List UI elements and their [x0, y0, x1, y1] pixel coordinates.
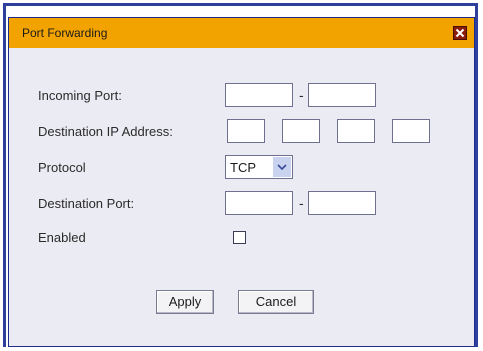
destination-ip-octet-3-input[interactable] [337, 119, 375, 143]
apply-button[interactable]: Apply [156, 290, 214, 314]
chevron-down-icon[interactable] [273, 157, 291, 177]
destination-ip-octet-1-input[interactable] [227, 119, 265, 143]
port-forwarding-dialog: Port Forwarding Incoming Port: - Destina… [8, 17, 475, 347]
protocol-select[interactable]: TCP [225, 155, 293, 179]
protocol-label: Protocol [38, 160, 86, 175]
incoming-port-separator: - [299, 87, 304, 103]
destination-ip-octet-4-input[interactable] [392, 119, 430, 143]
destination-port-start-input[interactable] [225, 191, 293, 215]
incoming-port-start-input[interactable] [225, 83, 293, 107]
incoming-port-label: Incoming Port: [38, 88, 122, 103]
dialog-titlebar: Port Forwarding [9, 18, 474, 48]
enabled-checkbox[interactable] [233, 231, 246, 244]
close-icon [455, 28, 465, 38]
destination-port-end-input[interactable] [308, 191, 376, 215]
destination-port-label: Destination Port: [38, 196, 135, 211]
close-button[interactable] [453, 26, 467, 40]
destination-port-separator: - [299, 195, 304, 211]
incoming-port-end-input[interactable] [308, 83, 376, 107]
enabled-label: Enabled [38, 230, 86, 245]
destination-ip-octet-2-input[interactable] [282, 119, 320, 143]
dialog-title: Port Forwarding [22, 26, 108, 40]
destination-ip-label: Destination IP Address: [38, 124, 173, 139]
cancel-button[interactable]: Cancel [238, 290, 314, 314]
protocol-selected-value: TCP [230, 160, 256, 175]
